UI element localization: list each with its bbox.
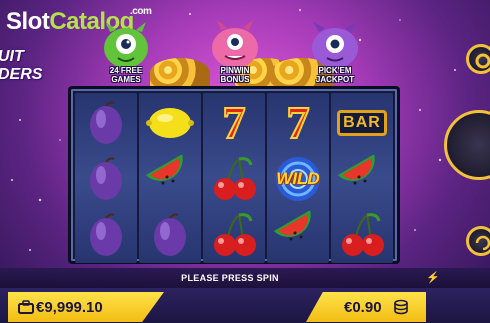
plum-icon [90,213,122,256]
bonus-pinwin-line1: PINWIN [220,66,250,75]
briefcase-icon [18,300,34,314]
balance-display[interactable]: €9,999.10 [8,292,164,322]
coins-icon [394,299,408,315]
status-bar: PLEASE PRESS SPIN ⚡ [0,268,490,288]
game-logo-line1: UIT [0,48,24,65]
plum-symbol [139,207,201,263]
bonus-feature-pinwin: PINWIN BONUS [205,20,265,90]
bonus-free-games-line1: 24 FREE [109,66,143,75]
bonus-jackpot-line2: JACKPOT [315,75,355,84]
green-monster-icon [104,22,148,68]
reel-2 [139,93,201,263]
reel-3: 7 [203,93,265,263]
autoplay-button[interactable] [466,226,490,256]
autoplay-icon [475,235,490,251]
spin-button[interactable] [444,110,490,180]
cherries-symbol [203,207,265,263]
watermelon-symbol [267,207,329,263]
reel-5: BAR [331,93,393,263]
bet-display[interactable]: €0.90 [306,292,426,322]
wild-symbol: WILD [267,151,329,207]
wild-label: WILD [276,169,320,188]
cherries-symbol [331,207,393,263]
game-logo-line2: DERS [0,66,43,83]
plum-symbol [75,207,137,263]
watermelon-symbol [331,151,393,207]
plum-symbol [75,151,137,207]
lemon-icon [146,108,194,138]
plum-icon [90,157,122,200]
cherries-icon [342,213,384,256]
turbo-bolt-icon[interactable]: ⚡ [426,271,440,284]
watermelon-icon [337,155,375,185]
bonus-jackpot-line1: PICK'EM [318,66,352,75]
reels-grid: 7 7 WILD BAR [68,86,400,264]
status-message: PLEASE PRESS SPIN [181,273,279,283]
watermark-tld: .com [130,6,152,17]
bar-label: BAR [337,110,387,136]
balance-value: €9,999.10 [36,298,103,316]
bet-value: €0.90 [344,298,382,316]
reel-4: 7 WILD [267,93,329,263]
lemon-symbol [139,95,201,151]
watermelon-symbol [139,151,201,207]
bottom-bar: €9,999.10 €0.90 [0,288,490,323]
settings-button[interactable] [466,44,490,74]
watermelon-icon [145,155,183,185]
watermelon-icon [273,211,311,241]
cherries-icon [214,157,256,200]
plum-symbol [75,95,137,151]
seven-symbol: 7 [203,95,265,151]
seven-label: 7 [286,97,311,148]
reel-1 [75,93,137,263]
bonus-pinwin-line2: BONUS [220,75,250,84]
cherries-symbol [203,151,265,207]
watermark-brand-part1: Slot [6,8,50,35]
purple-monster-icon [312,22,358,68]
bonus-free-games-line2: GAMES [111,75,141,84]
game-logo: UIT DERS [0,48,46,88]
bonus-feature-jackpot: PICK'EM JACKPOT [305,20,365,90]
plum-icon [154,213,186,256]
seven-symbol: 7 [267,95,329,151]
bar-symbol: BAR [331,95,393,151]
seven-label: 7 [222,97,247,148]
pink-monster-icon [212,20,258,68]
gear-icon [475,53,490,69]
cherries-icon [214,213,256,256]
plum-icon [90,101,122,144]
bonus-feature-free-games: 24 FREE GAMES [96,20,156,90]
